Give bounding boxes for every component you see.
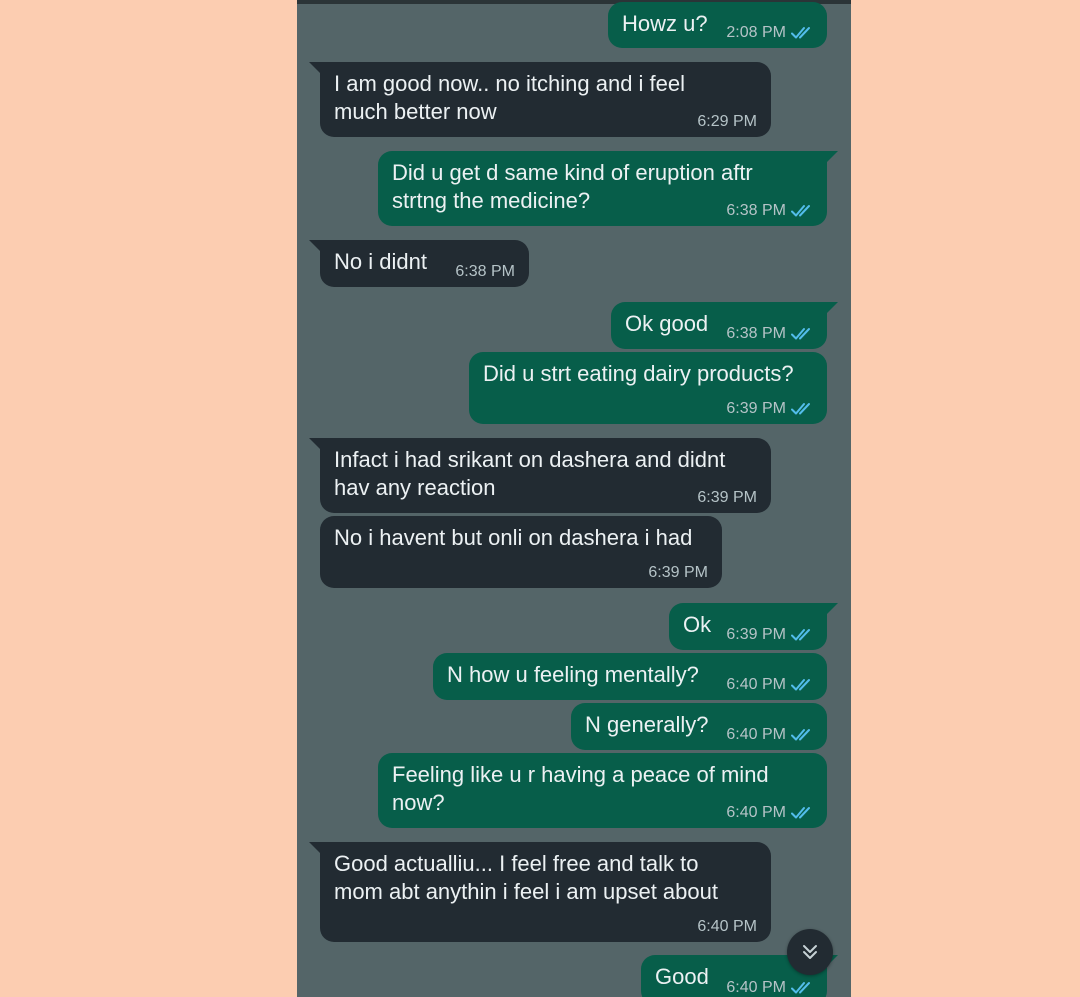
- double-check-icon: [791, 679, 810, 691]
- message-time: 6:38 PM: [455, 263, 515, 280]
- double-check-icon: [791, 982, 810, 994]
- outgoing-message[interactable]: Did u get d same kind of eruption aftr s…: [378, 151, 838, 226]
- message-meta: 6:39 PM: [726, 626, 815, 644]
- double-check-icon: [791, 629, 810, 641]
- chat-screen: Howz u? 2:08 PM I am good now.. no itchi…: [297, 0, 851, 997]
- message-text: I am good now.. no itching and i feel mu…: [334, 71, 686, 124]
- message-meta: 6:40 PM: [726, 726, 815, 744]
- message-time: 6:39 PM: [697, 489, 757, 506]
- message-time: 6:40 PM: [697, 918, 757, 935]
- message-meta: 6:40 PM: [726, 804, 815, 822]
- message-time: 6:40 PM: [726, 804, 786, 821]
- double-check-icon: [791, 205, 810, 217]
- outgoing-message[interactable]: Ok 6:39 PM: [669, 603, 838, 650]
- outgoing-message[interactable]: Feeling like u r having a peace of mind …: [378, 753, 827, 828]
- incoming-message[interactable]: Good actualliu... I feel free and talk t…: [309, 842, 771, 942]
- scroll-to-bottom-button[interactable]: [787, 929, 833, 975]
- message-text: Did u strt eating dairy products?: [483, 361, 794, 386]
- outgoing-message[interactable]: N how u feeling mentally? 6:40 PM: [433, 653, 827, 700]
- message-meta: 6:40 PM: [726, 979, 815, 997]
- double-check-icon: [791, 729, 810, 741]
- outgoing-message[interactable]: Ok good 6:38 PM: [611, 302, 838, 349]
- chevron-double-down-icon: [803, 945, 817, 959]
- incoming-message[interactable]: No i havent but onli on dashera i had 6:…: [320, 516, 722, 588]
- message-time: 6:39 PM: [648, 564, 708, 581]
- message-time: 6:40 PM: [726, 726, 786, 743]
- incoming-message[interactable]: No i didnt 6:38 PM: [309, 240, 529, 287]
- message-time: 6:39 PM: [726, 400, 786, 417]
- message-meta: 6:38 PM: [726, 202, 815, 220]
- message-meta: 6:40 PM: [697, 918, 757, 936]
- outgoing-message[interactable]: Howz u? 2:08 PM: [608, 2, 827, 48]
- message-meta: 6:38 PM: [726, 325, 815, 343]
- message-time: 6:38 PM: [726, 325, 786, 342]
- message-time: 6:40 PM: [726, 979, 786, 996]
- double-check-icon: [791, 328, 810, 340]
- message-time: 6:39 PM: [726, 626, 786, 643]
- outgoing-message[interactable]: Did u strt eating dairy products? 6:39 P…: [469, 352, 827, 424]
- message-meta: 6:38 PM: [455, 263, 515, 281]
- message-text: Good actualliu... I feel free and talk t…: [334, 851, 718, 904]
- message-meta: 6:39 PM: [648, 564, 708, 582]
- outgoing-message[interactable]: N generally? 6:40 PM: [571, 703, 827, 750]
- message-time: 6:38 PM: [726, 202, 786, 219]
- message-text: No i havent but onli on dashera i had: [334, 525, 693, 550]
- message-meta: 6:29 PM: [697, 113, 757, 131]
- double-check-icon: [791, 807, 810, 819]
- double-check-icon: [791, 403, 810, 415]
- message-time: 6:40 PM: [726, 676, 786, 693]
- message-meta: 6:39 PM: [726, 400, 815, 418]
- message-meta: 2:08 PM: [726, 24, 815, 42]
- message-meta: 6:39 PM: [697, 489, 757, 507]
- message-text: Infact i had srikant on dashera and didn…: [334, 447, 726, 500]
- incoming-message[interactable]: Infact i had srikant on dashera and didn…: [309, 438, 771, 513]
- double-check-icon: [791, 27, 810, 39]
- message-time: 2:08 PM: [726, 24, 786, 41]
- message-meta: 6:40 PM: [726, 676, 815, 694]
- incoming-message[interactable]: I am good now.. no itching and i feel mu…: [309, 62, 771, 137]
- message-time: 6:29 PM: [697, 113, 757, 130]
